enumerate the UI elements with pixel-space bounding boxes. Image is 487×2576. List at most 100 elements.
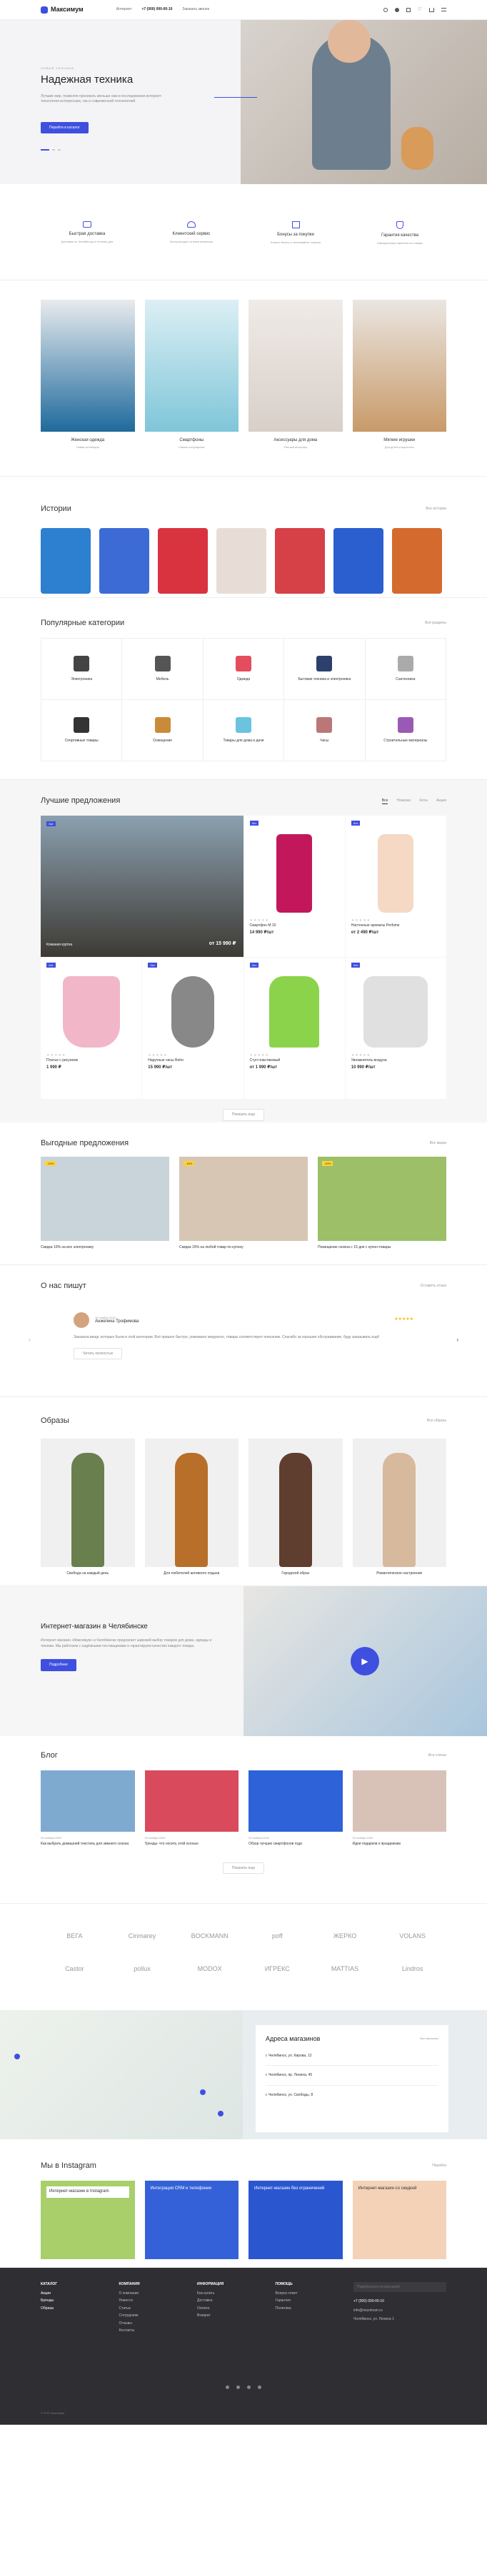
product-card[interactable]: Хит ★★★★★ Наручные часы Retro 15 990 ₽/ш… (142, 958, 244, 1100)
deal-card[interactable]: -20% Помещение сезона с 15 дня с купон-т… (318, 1157, 446, 1250)
blog-card[interactable]: 20 ноября 2020 Обзор лучших смартфонов г… (248, 1770, 343, 1847)
promo-card[interactable]: Мягкие игрушки Для детей и взрослых (352, 300, 446, 476)
play-icon[interactable]: ▶ (351, 1647, 379, 1675)
footer-link[interactable]: Акции (41, 2291, 85, 2296)
popular-link[interactable]: Все разделы (425, 621, 446, 626)
map-area[interactable] (0, 2011, 243, 2139)
category-cell[interactable]: Спортивные товары (41, 700, 123, 762)
footer-link[interactable]: Оплата (197, 2306, 241, 2311)
footer-link[interactable]: Вопрос-ответ (276, 2291, 320, 2296)
footer-link[interactable]: Возврат (197, 2313, 241, 2318)
compare-icon[interactable] (406, 7, 411, 12)
tab-new[interactable]: Новинки (396, 798, 411, 804)
deals-link[interactable]: Все акции (430, 1141, 446, 1146)
look-card[interactable]: Для любителей активного отдыха (144, 1439, 239, 1576)
tab-sale[interactable]: Акции (436, 798, 446, 804)
tab-hits[interactable]: Хиты (419, 798, 428, 804)
facebook-icon[interactable] (236, 2385, 240, 2389)
brand-logo[interactable]: pollux (109, 1965, 176, 1974)
footer-email[interactable]: info@maximum.ru (353, 2308, 446, 2313)
footer-phone[interactable]: +7 (000) 000-00-10 (353, 2299, 446, 2304)
brand-logo[interactable]: Cinmarey (109, 1932, 176, 1941)
reviews-link[interactable]: Оставить отзыв (420, 1284, 446, 1289)
brand-logo[interactable]: Castor (41, 1965, 109, 1974)
footer-link[interactable]: Бренды (41, 2298, 85, 2303)
category-cell[interactable]: Сантехника (365, 639, 446, 701)
stories-link[interactable]: Все истории (426, 507, 446, 512)
brand-logo[interactable]: VOLANS (378, 1932, 446, 1941)
tab-all[interactable]: Все (381, 798, 388, 804)
category-cell[interactable]: Строительные материалы (365, 700, 446, 762)
product-card[interactable]: Хит ★★★★★ Смартфон М 10 14 990 ₽/шт (244, 816, 345, 958)
reviews-next-icon[interactable]: › (456, 1337, 458, 1344)
story-thumb[interactable] (216, 528, 266, 594)
footer-link[interactable]: Гарантия (276, 2298, 320, 2303)
blog-card[interactable]: 20 ноября 2020 Как выбрать домашний текс… (41, 1770, 135, 1847)
map-pin-icon[interactable] (218, 2111, 224, 2116)
footer-link[interactable]: Образы (41, 2306, 85, 2311)
map-pin-icon[interactable] (200, 2089, 206, 2095)
story-thumb[interactable] (158, 528, 208, 594)
store-address[interactable]: г. Челябинск, ул. Свободы, 8 (266, 2093, 438, 2098)
story-thumb[interactable] (275, 528, 325, 594)
hero-dot-active[interactable] (41, 149, 49, 151)
deal-card[interactable]: -10% Скидка 10% на все электронику (41, 1157, 169, 1250)
header-phone[interactable]: +7 (000) 000-00-10 (141, 7, 172, 12)
instagram-post[interactable]: Интернет-магазин в Instagram (41, 2181, 135, 2260)
promo-card[interactable]: Аксессуары для дома Уютный интерьер (248, 300, 343, 476)
instagram-link[interactable]: Перейти (432, 2164, 446, 2169)
blog-link[interactable]: Все статьи (428, 1753, 446, 1758)
category-cell[interactable]: Часы (284, 700, 366, 762)
logo[interactable]: Максимум (41, 6, 84, 14)
hero-dot[interactable] (52, 149, 55, 151)
category-cell[interactable]: Освещение (122, 700, 204, 762)
hero-button[interactable]: Перейти в каталог (41, 121, 89, 134)
instagram-post[interactable]: Интернет-магазин без ограничений (248, 2181, 343, 2260)
footer-link[interactable]: Сотрудники (119, 2313, 164, 2318)
brand-logo[interactable]: BOCKMANN (176, 1932, 244, 1941)
story-thumb[interactable] (41, 528, 91, 594)
story-thumb[interactable] (333, 528, 383, 594)
category-cell[interactable]: Товары для дома и дачи (203, 700, 285, 762)
brand-logo[interactable]: ИГРЕКС (244, 1965, 311, 1974)
youtube-icon[interactable] (258, 2385, 261, 2389)
story-thumb[interactable] (392, 528, 442, 594)
instagram-post[interactable]: Интернет-магазин со скидкой (352, 2181, 446, 2260)
product-card[interactable]: Хит ★★★★★ Платье с рисунком 1 990 ₽ (41, 958, 142, 1100)
category-cell[interactable]: Мебель (122, 639, 204, 701)
user-icon[interactable] (394, 7, 399, 12)
product-card[interactable]: Хит ★★★★★ Настенные ароматы Perfume от 2… (345, 816, 446, 958)
blog-card[interactable]: 20 ноября 2020 Тренды: что носить этой о… (144, 1770, 239, 1847)
brand-logo[interactable]: poff (244, 1932, 311, 1941)
category-cell[interactable]: Одежда (203, 639, 285, 701)
blog-more-button[interactable]: Показать еще (222, 1862, 265, 1875)
story-thumb[interactable] (99, 528, 149, 594)
instagram-post[interactable]: Интеграция CRM и телефонии (144, 2181, 239, 2260)
store-address[interactable]: г. Челябинск, ул. Кирова, 12 (266, 2054, 438, 2067)
heart-icon[interactable]: ♡ (418, 6, 422, 13)
footer-link[interactable]: Доставка (197, 2298, 241, 2303)
promo-card[interactable]: Смартфоны Самые популярные (144, 300, 239, 476)
look-card[interactable]: Свобода на каждый день (41, 1439, 135, 1576)
look-card[interactable]: Городской образ (248, 1439, 343, 1576)
about-button[interactable]: Подробнее (41, 1659, 76, 1671)
brand-logo[interactable]: Lindros (378, 1965, 446, 1974)
footer-link[interactable]: Новости (119, 2298, 164, 2303)
show-more-button[interactable]: Показать еще (222, 1109, 265, 1121)
cart-icon[interactable] (429, 7, 434, 12)
footer-link[interactable]: Отзывы (119, 2321, 164, 2326)
map-pin-icon[interactable] (14, 2054, 20, 2059)
looks-link[interactable]: Все образы (427, 1419, 446, 1424)
instagram-icon[interactable] (247, 2385, 251, 2389)
header-link-1[interactable]: Интернет (116, 7, 132, 12)
brand-logo[interactable]: MODOX (176, 1965, 244, 1974)
brand-logo[interactable]: MATTIAS (311, 1965, 379, 1974)
blog-card[interactable]: 20 ноября 2020 Идеи подарков к праздника… (352, 1770, 446, 1847)
search-icon[interactable] (383, 7, 388, 12)
product-card[interactable]: Хит ★★★★★ Увлажнитель воздуха 10 990 ₽/ш… (345, 958, 446, 1100)
footer-link[interactable]: Политика (276, 2306, 320, 2311)
header-callback[interactable]: Заказать звонок (182, 7, 209, 12)
hero-dot[interactable] (58, 149, 61, 151)
store-address[interactable]: г. Челябинск, пр. Ленина, 45 (266, 2073, 438, 2086)
reviews-prev-icon[interactable]: ‹ (29, 1337, 31, 1344)
